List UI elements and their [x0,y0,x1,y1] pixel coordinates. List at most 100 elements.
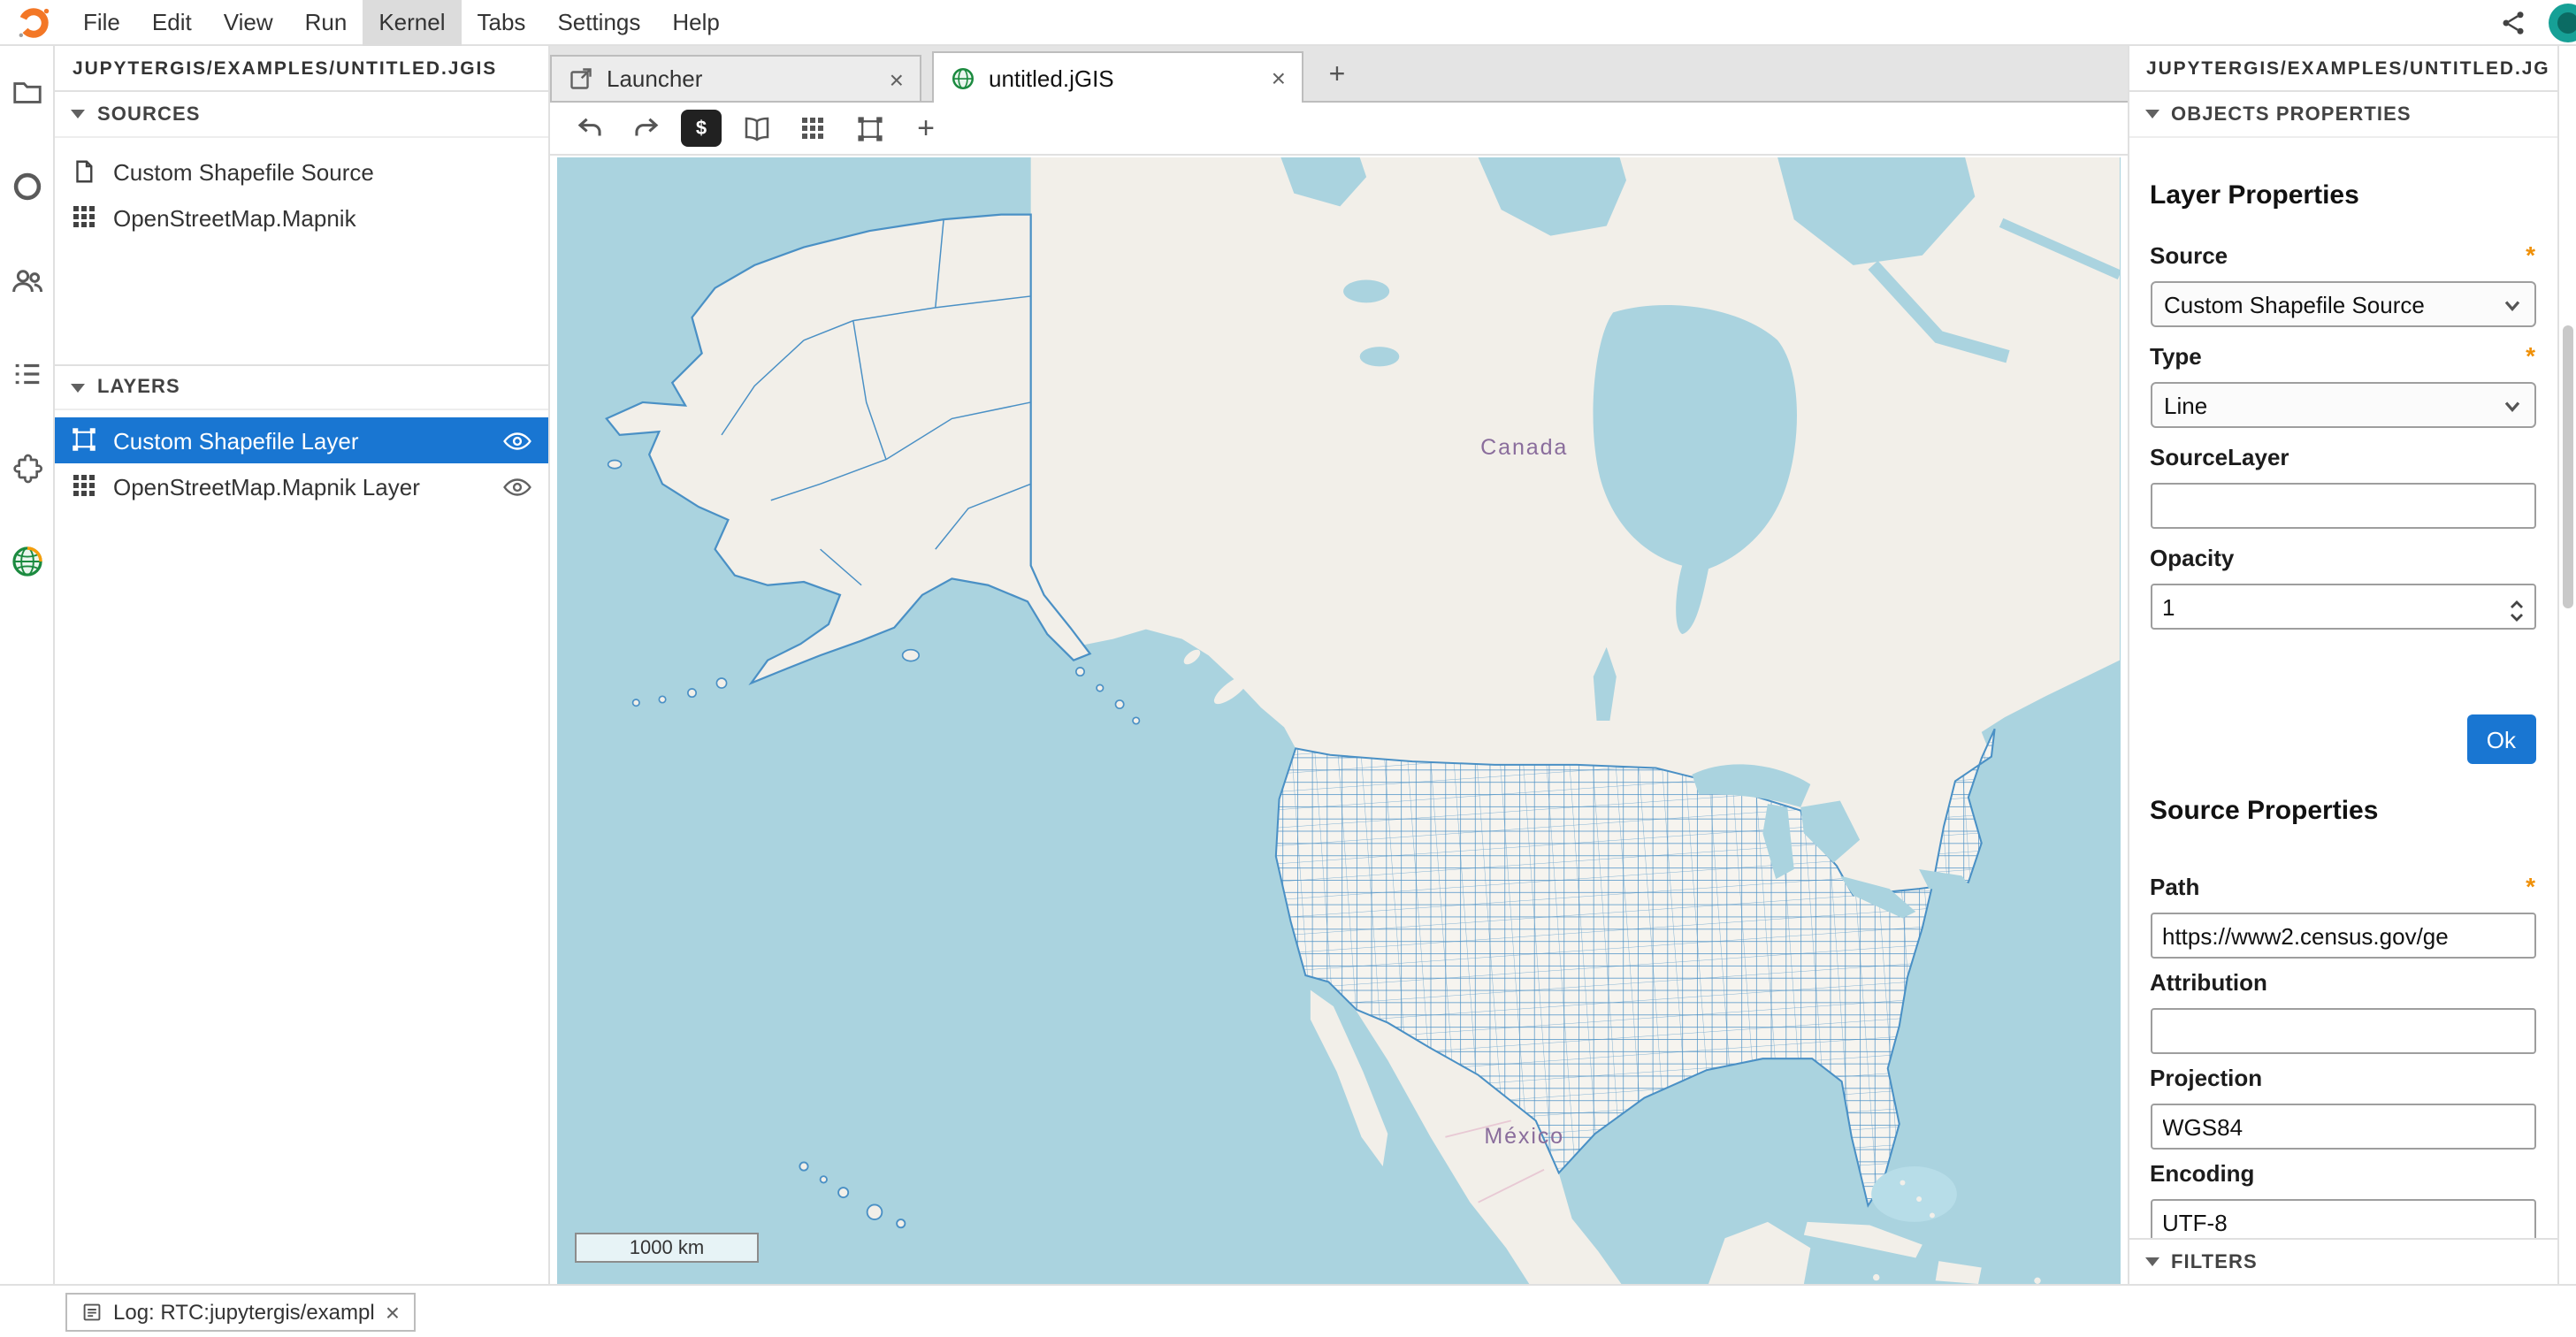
console-icon[interactable] [681,110,722,147]
type-select-value: Line [2164,392,2207,418]
jupytergis-globe-icon[interactable] [0,515,54,608]
menu-kernel[interactable]: Kernel [363,0,461,45]
sources-section-header[interactable]: SOURCES [55,92,548,138]
chevron-down-icon [2502,395,2521,415]
source-item-openstreetmap[interactable]: OpenStreetMap.Mapnik [55,195,548,241]
layers-section-title: LAYERS [97,377,180,398]
menu-edit[interactable]: Edit [136,0,208,45]
tab-label: untitled.jGIS [989,65,1114,91]
close-icon[interactable] [1272,65,1286,90]
bahama-banks [1871,1166,1957,1222]
book-icon[interactable] [734,107,778,149]
eye-icon[interactable] [502,425,532,455]
projection-input[interactable] [2150,1104,2535,1150]
layers-section-header[interactable]: LAYERS [55,364,548,410]
grid-icon [71,203,99,232]
jupyter-logo-icon [14,3,53,42]
caret-down-icon [71,383,85,392]
source-item-custom-shapefile[interactable]: Custom Shapefile Source [55,149,548,195]
menubar: File Edit View Run Kernel Tabs Settings … [0,0,2576,46]
menu-tabs[interactable]: Tabs [462,0,542,45]
projection-field: Projection [2150,1063,2535,1150]
filters-section-header[interactable]: FILTERS [2129,1238,2557,1284]
map-canvas[interactable]: Canada México 1000 km [557,157,2120,1284]
log-icon [81,1301,103,1322]
scrollbar-thumb[interactable] [2562,325,2572,608]
close-icon[interactable] [890,66,904,91]
type-field: Type * Line [2150,341,2535,428]
attribution-input[interactable] [2150,1008,2535,1054]
users-icon[interactable] [0,233,54,327]
ok-button[interactable]: Ok [2467,714,2535,764]
add-layer-button[interactable] [904,107,948,149]
type-select[interactable]: Line [2150,382,2535,428]
layer-item-openstreetmap[interactable]: OpenStreetMap.Mapnik Layer [55,463,548,509]
eye-icon[interactable] [502,471,532,501]
tab-untitled-jgis[interactable]: untitled.jGIS [932,51,1303,103]
right-panel: JUPYTERGIS/EXAMPLES/UNTITLED.JG OBJECTS … [2127,46,2557,1284]
tab-launcher[interactable]: Launcher [550,55,921,101]
encoding-field: Encoding [2150,1158,2535,1238]
great-bear-lake [1343,279,1389,302]
share-icon[interactable] [2498,8,2526,36]
menu-file[interactable]: File [67,0,136,45]
source-select-value: Custom Shapefile Source [2164,291,2425,317]
right-scroll-gutter [2557,46,2576,1284]
menu-view[interactable]: View [208,0,289,45]
layer-item-custom-shapefile[interactable]: Custom Shapefile Layer [55,417,548,463]
map-toolbar [550,103,2127,156]
jupyterlab-window: File Edit View Run Kernel Tabs Settings … [0,0,2576,1337]
filters-title: FILTERS [2171,1251,2258,1272]
close-icon[interactable] [386,1299,400,1324]
caret-down-icon [2144,110,2159,118]
activity-bar [0,46,55,1284]
grid-icon[interactable] [791,107,835,149]
type-label: Type [2150,342,2202,369]
layer-properties-title: Layer Properties [2150,180,2535,210]
new-tab-button[interactable] [1314,53,1360,99]
opacity-input[interactable] [2150,584,2535,630]
source-field: Source * Custom Shapefile Source [2150,241,2535,327]
attribution-field: Attribution [2150,967,2535,1054]
launcher-icon [568,65,594,92]
scale-bar: 1000 km [575,1233,759,1263]
log-label: Log: RTC:jupytergis/exampl [113,1299,375,1324]
sources-list: Custom Shapefile Source OpenStreetMap.Ma… [55,138,548,364]
grid-icon [71,472,99,500]
tab-label: Launcher [607,65,702,92]
running-circle-icon[interactable] [0,140,54,233]
sourcelayer-field: SourceLayer [2150,442,2535,529]
great-slave-lake [1360,347,1400,366]
folder-icon[interactable] [0,46,54,140]
stepper-arrows-icon[interactable] [2507,599,2525,623]
country-label-mexico: México [1484,1124,1564,1149]
source-select[interactable]: Custom Shapefile Source [2150,281,2535,327]
caret-down-icon [71,110,85,118]
left-sidebar: JUPYTERGIS/EXAMPLES/UNTITLED.JGIS SOURCE… [55,46,550,1284]
path-input[interactable] [2150,913,2535,959]
menu-run[interactable]: Run [289,0,363,45]
statusbar: Log: RTC:jupytergis/exampl [0,1284,2576,1337]
list-icon[interactable] [0,327,54,421]
objects-properties-header[interactable]: OBJECTS PROPERTIES [2129,92,2557,138]
user-avatar[interactable] [2548,3,2576,42]
encoding-input[interactable] [2150,1199,2535,1238]
puzzle-icon[interactable] [0,421,54,515]
country-label-canada: Canada [1480,435,1568,460]
vector-square-icon[interactable] [847,107,891,149]
log-console-tab[interactable]: Log: RTC:jupytergis/exampl [65,1292,416,1331]
undo-icon[interactable] [568,107,612,149]
redo-icon[interactable] [624,107,669,149]
required-asterisk: * [2526,343,2535,368]
menu-help[interactable]: Help [656,0,736,45]
scale-bar-text: 1000 km [630,1237,704,1258]
required-asterisk: * [2526,242,2535,267]
source-label: Source [2150,241,2228,268]
tabbar: Launcher untitled.jGIS [550,46,2127,103]
source-properties-title: Source Properties [2150,796,2535,826]
sourcelayer-input[interactable] [2150,483,2535,529]
sources-section-title: SOURCES [97,103,201,125]
menu-settings[interactable]: Settings [541,0,656,45]
path-label: Path [2150,873,2199,899]
chevron-down-icon [2502,294,2521,314]
